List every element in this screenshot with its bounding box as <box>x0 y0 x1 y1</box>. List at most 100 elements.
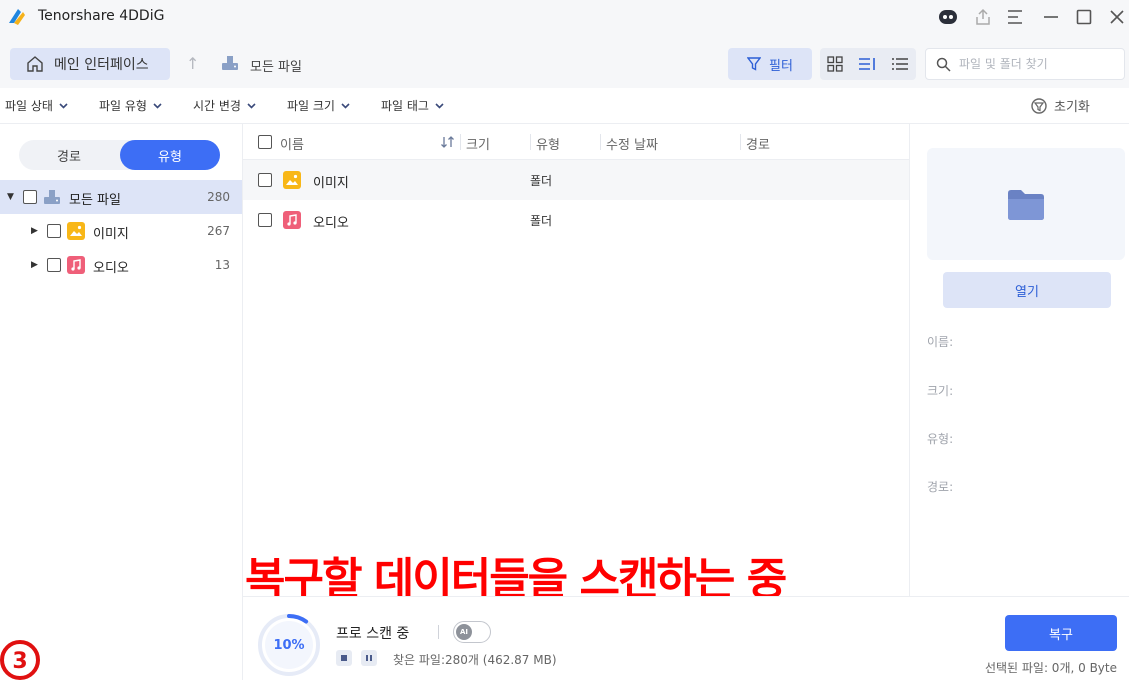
table-row[interactable]: 이미지 폴더 <box>243 160 909 200</box>
column-modified-date[interactable]: 수정 날짜 <box>606 134 658 153</box>
close-icon[interactable] <box>1105 5 1129 29</box>
chevron-down-icon <box>59 102 68 109</box>
robot-icon[interactable] <box>936 5 960 29</box>
search-input[interactable] <box>959 57 1109 71</box>
menu-icon[interactable] <box>1003 5 1027 29</box>
tree-item-images[interactable]: ▶ 이미지 267 <box>0 214 242 248</box>
prop-type-label: 유형: <box>927 432 954 446</box>
view-toggle: 경로 유형 <box>19 140 220 170</box>
tree-item-label: 오디오 <box>93 261 129 276</box>
column-name[interactable]: 이름 <box>280 134 304 153</box>
prop-size-label: 크기: <box>927 384 954 398</box>
divider <box>438 625 439 639</box>
checkbox[interactable] <box>47 224 61 238</box>
detail-view-icon[interactable] <box>858 56 876 72</box>
filter-icon <box>747 57 762 71</box>
audio-icon <box>283 211 301 229</box>
filter-time-modified-label: 시간 변경 <box>193 99 241 113</box>
pause-icon <box>366 655 372 661</box>
up-arrow-icon[interactable]: ↑ <box>186 54 199 73</box>
prop-name-label: 이름: <box>927 335 954 349</box>
row-name: 이미지 <box>313 176 349 191</box>
filter-file-size[interactable]: 파일 크기 <box>287 97 350 114</box>
home-button[interactable]: 메인 인터페이스 <box>10 48 170 80</box>
filter-file-size-label: 파일 크기 <box>287 99 335 113</box>
filter-time-modified[interactable]: 시간 변경 <box>193 97 256 114</box>
column-divider[interactable] <box>530 134 531 150</box>
list-view-icon[interactable] <box>891 56 909 72</box>
tree-item-all-files[interactable]: ▼ 모든 파일 280 <box>0 180 242 214</box>
share-icon[interactable] <box>971 5 995 29</box>
row-checkbox[interactable] <box>258 173 272 187</box>
filter-button-label: 필터 <box>769 58 793 74</box>
app-logo-icon <box>9 9 25 25</box>
checkbox[interactable] <box>23 190 37 204</box>
filter-file-type-label: 파일 유형 <box>99 99 147 113</box>
filter-file-status[interactable]: 파일 상태 <box>5 97 68 114</box>
minimize-icon[interactable] <box>1039 5 1063 29</box>
chevron-down-icon <box>341 102 350 109</box>
breadcrumb[interactable]: 모든 파일 <box>250 56 302 75</box>
stop-button[interactable] <box>336 650 352 666</box>
home-icon <box>27 56 43 72</box>
scan-status: 프로 스캔 중 <box>336 626 410 642</box>
detail-panel: 열기 이름: 크기: 유형: 경로: <box>909 124 1129 596</box>
expand-right-icon[interactable]: ▶ <box>31 260 38 270</box>
column-type[interactable]: 유형 <box>536 134 560 153</box>
filter-file-type[interactable]: 파일 유형 <box>99 97 162 114</box>
home-button-label: 메인 인터페이스 <box>54 57 149 73</box>
expand-down-icon[interactable]: ▼ <box>7 192 14 202</box>
column-path[interactable]: 경로 <box>746 134 770 153</box>
tree-item-count: 267 <box>207 224 230 238</box>
column-divider[interactable] <box>600 134 601 150</box>
image-icon <box>283 171 301 189</box>
ai-toggle[interactable]: AI <box>453 621 491 643</box>
row-type: 폴더 <box>530 174 553 188</box>
column-size[interactable]: 크기 <box>466 134 490 153</box>
chevron-down-icon <box>153 102 162 109</box>
column-divider[interactable] <box>740 134 741 150</box>
drive-icon <box>222 56 238 70</box>
filter-file-tag[interactable]: 파일 태그 <box>381 97 444 114</box>
image-icon <box>67 222 85 240</box>
stop-icon <box>341 655 347 661</box>
row-type: 폴더 <box>530 214 553 228</box>
chevron-down-icon <box>435 102 444 109</box>
checkbox[interactable] <box>47 258 61 272</box>
selected-files-info: 선택된 파일: 0개, 0 Byte <box>984 661 1117 675</box>
row-name: 오디오 <box>313 216 349 231</box>
filter-button[interactable]: 필터 <box>728 48 812 80</box>
grid-view-icon[interactable] <box>827 56 843 72</box>
filter-file-status-label: 파일 상태 <box>5 99 53 113</box>
filter-bar: 파일 상태 파일 유형 시간 변경 파일 크기 파일 태그 초기화 <box>0 88 1129 124</box>
audio-icon <box>67 256 85 274</box>
select-all-checkbox[interactable] <box>258 135 272 149</box>
table-header: 이름 크기 유형 수정 날짜 경로 <box>243 124 909 160</box>
expand-right-icon[interactable]: ▶ <box>31 226 38 236</box>
reset-button[interactable]: 초기화 <box>1030 96 1090 115</box>
reset-label: 초기화 <box>1054 100 1090 115</box>
app-title: Tenorshare 4DDiG <box>38 8 165 24</box>
step-marker: 3 <box>0 640 40 680</box>
tab-path[interactable]: 경로 <box>19 140 119 170</box>
tree-item-audio[interactable]: ▶ 오디오 13 <box>0 248 242 282</box>
tab-type[interactable]: 유형 <box>120 140 220 170</box>
tree-item-label: 모든 파일 <box>69 193 121 208</box>
progress-percent: 10% <box>273 637 305 653</box>
table-row[interactable]: 오디오 폴더 <box>243 200 909 240</box>
left-panel: 경로 유형 ▼ 모든 파일 280 ▶ 이미지 267 ▶ 오디오 13 <box>0 124 243 680</box>
column-divider[interactable] <box>460 134 461 150</box>
reset-icon <box>1031 97 1047 114</box>
pause-button[interactable] <box>361 650 377 666</box>
tree-item-count: 13 <box>214 258 230 272</box>
tree-item-label: 이미지 <box>93 227 129 242</box>
title-bar: Tenorshare 4DDiG <box>0 0 1129 34</box>
row-checkbox[interactable] <box>258 213 272 227</box>
preview-area <box>927 148 1125 260</box>
recover-button[interactable]: 복구 <box>1005 615 1117 651</box>
sort-icon[interactable] <box>440 135 456 149</box>
search-box[interactable] <box>925 48 1125 80</box>
maximize-icon[interactable] <box>1072 5 1096 29</box>
open-button[interactable]: 열기 <box>943 272 1111 308</box>
tree-item-count: 280 <box>207 190 230 204</box>
